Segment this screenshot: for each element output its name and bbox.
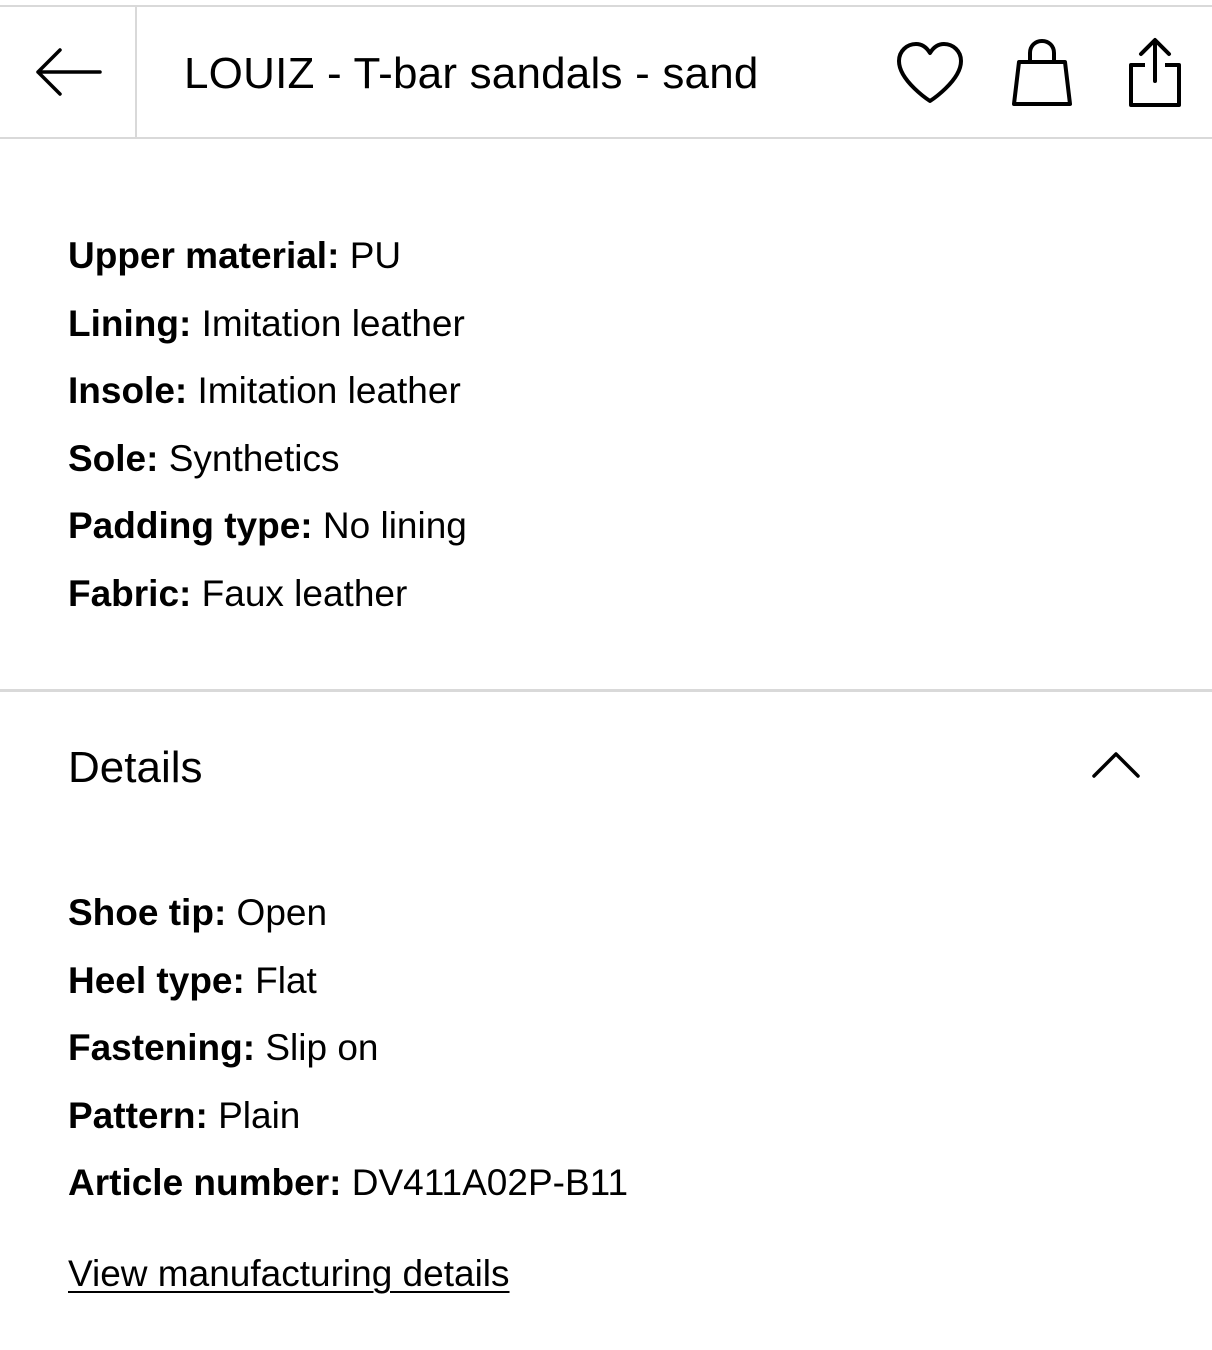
section-divider	[0, 689, 1212, 692]
material-row-insole: Insole: Imitation leather	[68, 357, 467, 425]
manufacturing-details-link[interactable]: View manufacturing details	[68, 1248, 510, 1300]
material-row-sole: Sole: Synthetics	[68, 425, 467, 493]
attr-value: Open	[236, 892, 328, 933]
attr-label: Upper material:	[68, 235, 340, 276]
arrow-left-icon	[35, 48, 102, 96]
header-border	[0, 137, 1212, 139]
attr-value: Flat	[255, 959, 317, 1001]
attr-label: Lining:	[68, 302, 192, 344]
back-button[interactable]	[0, 7, 135, 137]
attr-label: Sole:	[68, 437, 159, 479]
attr-label: Pattern:	[68, 1094, 208, 1136]
attr-value: Synthetics	[168, 437, 340, 479]
material-row-fabric: Fabric: Faux leather	[68, 560, 467, 628]
header-divider	[135, 7, 137, 137]
attr-label: Heel type:	[68, 959, 245, 1001]
details-list: Shoe tip: Open Heel type: Flat Fastening…	[68, 879, 628, 1217]
details-row-pattern: Pattern: Plain	[68, 1082, 628, 1150]
bag-button[interactable]	[1004, 35, 1080, 111]
app-header: LOUIZ - T-bar sandals - sand	[0, 7, 1212, 137]
material-row-padding: Padding type: No lining	[68, 492, 467, 560]
attr-value: Imitation leather	[201, 302, 465, 344]
share-icon	[1129, 38, 1181, 107]
heart-icon	[897, 42, 963, 103]
attr-value: No lining	[322, 505, 467, 546]
attr-value: Faux leather	[201, 572, 408, 614]
attr-label: Fastening:	[68, 1027, 256, 1068]
attr-label: Fabric:	[68, 572, 192, 614]
attr-value: Imitation leather	[197, 370, 461, 411]
wishlist-button[interactable]	[892, 35, 968, 111]
details-row-heel-type: Heel type: Flat	[68, 947, 628, 1015]
attr-label: Article number:	[68, 1162, 342, 1203]
details-accordion-toggle[interactable]: Details	[0, 720, 1212, 816]
material-list: Upper material: PU Lining: Imitation lea…	[68, 222, 467, 627]
page-title: LOUIZ - T-bar sandals - sand	[184, 49, 759, 98]
attr-label: Padding type:	[68, 505, 313, 546]
attr-label: Insole:	[68, 370, 188, 411]
attr-label: Shoe tip:	[68, 892, 227, 933]
attr-value: PU	[349, 235, 402, 276]
chevron-up-icon	[1092, 752, 1140, 778]
details-row-shoe-tip: Shoe tip: Open	[68, 879, 628, 947]
details-row-fastening: Fastening: Slip on	[68, 1014, 628, 1082]
share-button[interactable]	[1117, 35, 1193, 111]
details-title: Details	[68, 743, 203, 792]
material-row-lining: Lining: Imitation leather	[68, 290, 467, 358]
attr-value: DV411A02P-B11	[351, 1162, 629, 1203]
material-row-upper: Upper material: PU	[68, 222, 467, 290]
shopping-bag-icon	[1012, 38, 1072, 106]
attr-value: Slip on	[265, 1027, 379, 1068]
details-row-article-number: Article number: DV411A02P-B11	[68, 1149, 628, 1217]
attr-value: Plain	[218, 1094, 301, 1136]
